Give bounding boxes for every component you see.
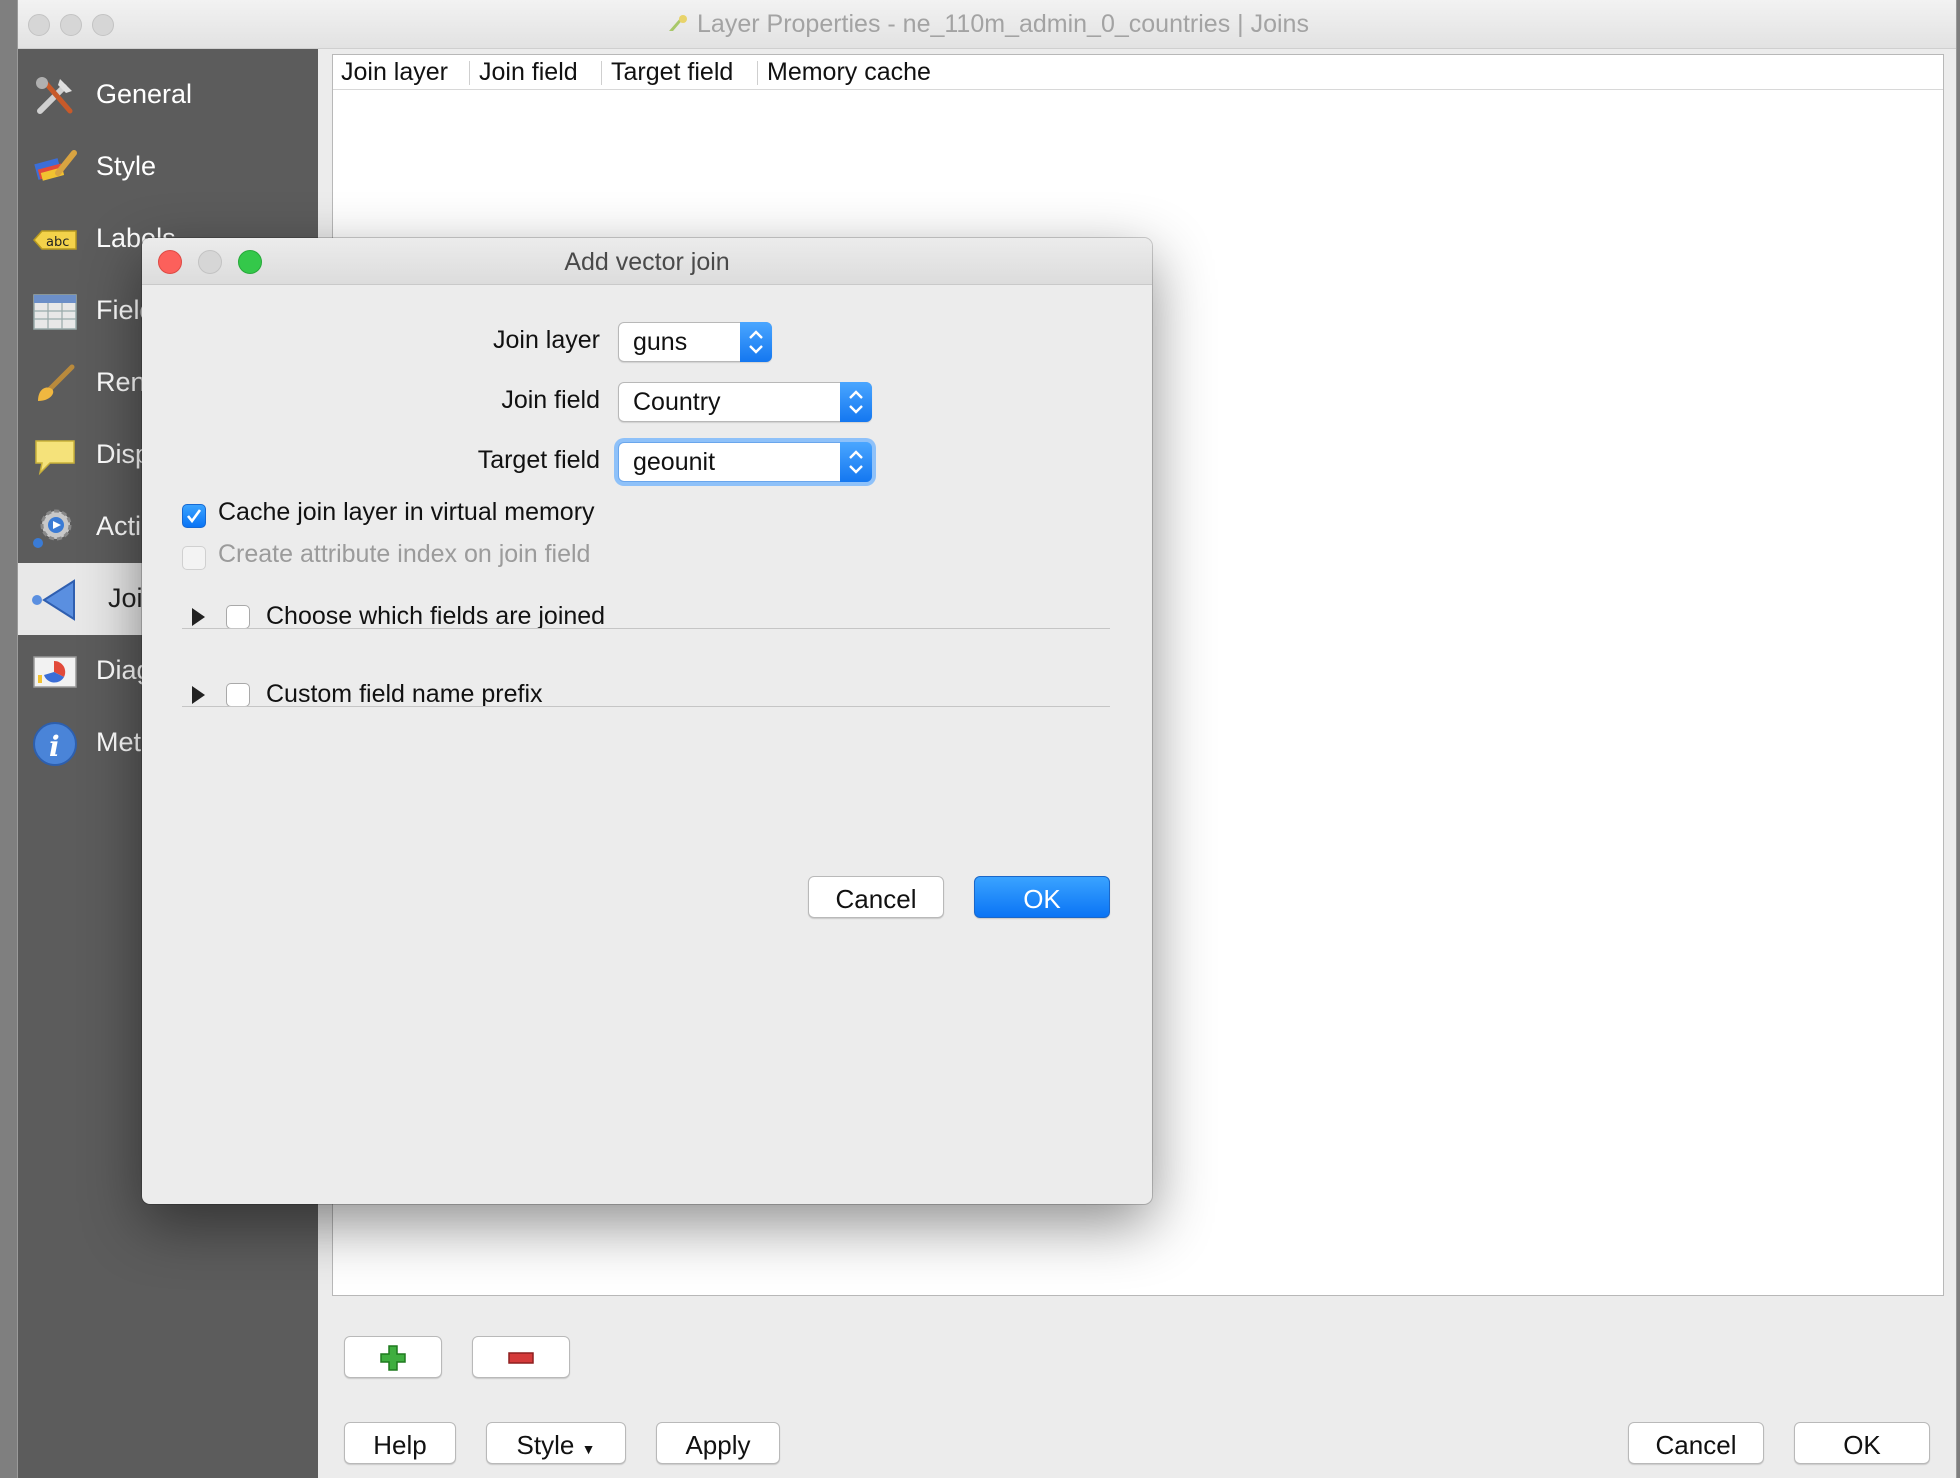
target-field-value: geounit bbox=[633, 448, 716, 476]
cache-join-layer-label: Cache join layer in virtual memory bbox=[218, 498, 595, 526]
remove-join-button[interactable] bbox=[472, 1336, 570, 1378]
style-button-label: Style bbox=[516, 1430, 575, 1460]
column-header-join-layer[interactable]: Join layer bbox=[341, 58, 448, 87]
column-header-target-field[interactable]: Target field bbox=[611, 58, 733, 87]
joins-table-header: Join layer Join field Target field Memor… bbox=[333, 55, 1943, 90]
group-divider bbox=[182, 628, 1110, 629]
dialog-cancel-label: Cancel bbox=[835, 884, 917, 914]
dialog-minimize-button[interactable] bbox=[198, 250, 222, 274]
sidebar-item-style[interactable]: Style bbox=[18, 131, 318, 203]
join-field-value: Country bbox=[633, 388, 721, 416]
target-field-combo[interactable]: geounit bbox=[618, 442, 872, 482]
dialog-ok-button[interactable]: OK bbox=[974, 876, 1110, 918]
apply-button-label: Apply bbox=[685, 1430, 751, 1460]
choose-fields-checkbox[interactable] bbox=[226, 605, 250, 629]
join-layer-value: guns bbox=[633, 328, 688, 356]
abc-label-icon: abc bbox=[32, 230, 77, 250]
tools-icon bbox=[36, 77, 73, 114]
add-join-button[interactable] bbox=[344, 1336, 442, 1378]
custom-prefix-checkbox[interactable] bbox=[226, 683, 250, 707]
column-separator bbox=[469, 61, 470, 85]
combo-stepper-icon bbox=[740, 322, 772, 362]
help-button-label: Help bbox=[373, 1430, 427, 1460]
dialog-titlebar: Add vector join bbox=[142, 238, 1152, 285]
choose-fields-label: Choose which fields are joined bbox=[266, 602, 606, 630]
sidebar-item-label: Joi bbox=[108, 583, 143, 613]
sidebar-item-label: Met bbox=[96, 727, 142, 757]
brush-icon bbox=[38, 364, 75, 401]
join-layer-label: Join layer bbox=[493, 326, 600, 354]
window-titlebar: Layer Properties - ne_110m_admin_0_count… bbox=[18, 0, 1956, 49]
window-title-text: Layer Properties - ne_110m_admin_0_count… bbox=[697, 10, 1309, 38]
sidebar-item-general[interactable]: General bbox=[18, 59, 318, 131]
diagram-icon bbox=[33, 656, 77, 688]
column-header-join-field[interactable]: Join field bbox=[479, 58, 578, 87]
gear-icon bbox=[33, 509, 72, 548]
dialog-zoom-button[interactable] bbox=[238, 250, 262, 274]
cache-join-layer-checkbox[interactable] bbox=[182, 504, 206, 528]
combo-stepper-icon bbox=[840, 382, 872, 422]
join-layer-combo[interactable]: guns bbox=[618, 322, 772, 362]
column-separator bbox=[757, 61, 758, 85]
ok-button[interactable]: OK bbox=[1794, 1422, 1930, 1464]
create-attribute-index-checkbox bbox=[182, 546, 206, 570]
column-header-memory-cache[interactable]: Memory cache bbox=[767, 58, 931, 87]
combo-stepper-icon bbox=[840, 442, 872, 482]
ok-button-label: OK bbox=[1843, 1430, 1881, 1460]
join-field-combo[interactable]: Country bbox=[618, 382, 872, 422]
join-field-label: Join field bbox=[501, 386, 600, 414]
dialog-cancel-button[interactable]: Cancel bbox=[808, 876, 944, 918]
dialog-ok-label: OK bbox=[1023, 884, 1061, 914]
qgis-logo-icon bbox=[669, 15, 688, 31]
add-vector-join-dialog: Add vector join Join layer guns Join fie… bbox=[142, 238, 1152, 1204]
column-separator bbox=[601, 61, 602, 85]
join-arrow-icon bbox=[32, 579, 75, 621]
minus-icon bbox=[508, 1352, 534, 1364]
table-icon bbox=[33, 294, 77, 330]
expand-arrow-icon[interactable] bbox=[192, 608, 205, 626]
svg-text:abc: abc bbox=[46, 235, 69, 250]
help-button[interactable]: Help bbox=[344, 1422, 456, 1464]
sidebar-item-label: Style bbox=[96, 151, 157, 181]
cancel-button-label: Cancel bbox=[1655, 1430, 1737, 1460]
sidebar-item-label: Ren bbox=[96, 367, 146, 397]
group-divider bbox=[182, 706, 1110, 707]
checkmark-icon bbox=[186, 509, 202, 524]
speech-bubble-icon bbox=[35, 440, 75, 476]
cancel-button[interactable]: Cancel bbox=[1628, 1422, 1764, 1464]
window-title: Layer Properties - ne_110m_admin_0_count… bbox=[18, 10, 1956, 39]
plus-icon bbox=[380, 1345, 406, 1371]
create-attribute-index-label: Create attribute index on join field bbox=[218, 540, 591, 568]
svg-text:i: i bbox=[49, 730, 60, 763]
style-menu-button[interactable]: Style ▼ bbox=[486, 1422, 626, 1464]
info-icon: i bbox=[33, 722, 77, 766]
expand-arrow-icon[interactable] bbox=[192, 686, 205, 704]
sidebar-item-label: Acti bbox=[96, 511, 142, 541]
apply-button[interactable]: Apply bbox=[656, 1422, 780, 1464]
custom-prefix-label: Custom field name prefix bbox=[266, 680, 543, 708]
sidebar-item-label: General bbox=[96, 79, 193, 109]
dropdown-arrow-icon: ▼ bbox=[581, 1441, 596, 1457]
dialog-close-button[interactable] bbox=[158, 250, 182, 274]
paint-brush-icon bbox=[34, 150, 77, 181]
target-field-label: Target field bbox=[477, 446, 600, 474]
dialog-title: Add vector join bbox=[564, 248, 730, 276]
